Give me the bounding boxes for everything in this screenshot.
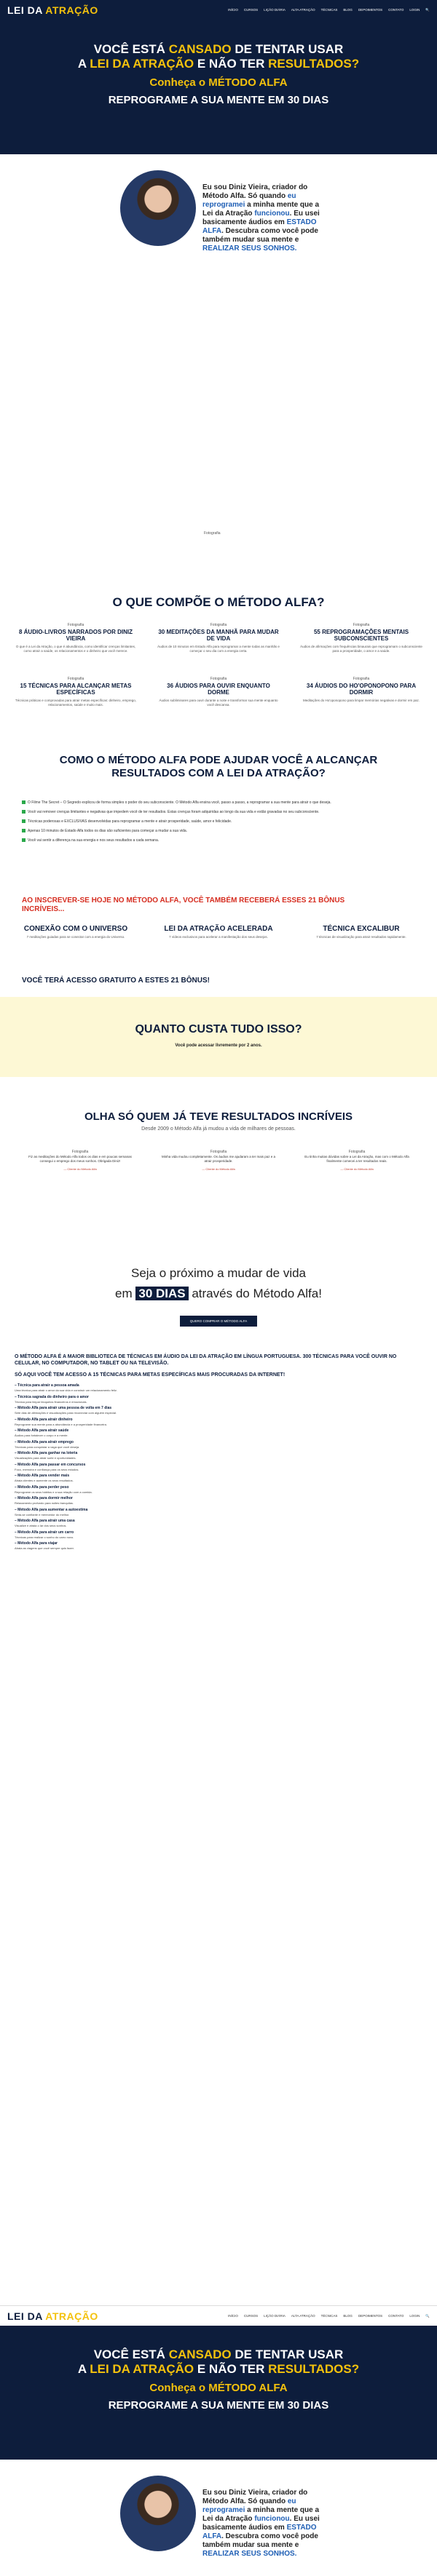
check-icon: [22, 829, 25, 833]
library-subtitle: SÓ AQUI VOCÊ TEM ACESSO A 15 TÉCNICAS PA…: [15, 1372, 286, 1378]
repeat-menu: Início Cursos Lição Diária Alta Atração …: [228, 2314, 430, 2318]
menu-item-blog[interactable]: Blog: [343, 2314, 353, 2318]
library-title: O MÉTODO ALFA É A MAIOR BIBLIOTECA DE TÉ…: [15, 1354, 397, 1366]
repeat-hero: VOCÊ ESTÁ CANSADO DE TENTAR USAR A LEI D…: [0, 2326, 437, 2460]
technique-item: – Método Alfa para ganhar na loteria Visu…: [15, 1451, 78, 1460]
menu-item-alta-atracao[interactable]: Alta Atração: [291, 2314, 315, 2318]
repeat-nav: LEI DA ATRAÇÃO Início Cursos Lição Diári…: [0, 2305, 437, 2326]
technique-item: – Método Alfa para atrair um carro Técnic…: [15, 1530, 74, 1539]
cta-line-1: Seja o próximo a mudar de vida: [130, 1266, 307, 1280]
technique-item: – Método Alfa para dormir melhor Relaxame…: [15, 1496, 74, 1505]
technique-item: – Método Alfa para atrair dinheiro Reprog…: [15, 1417, 107, 1426]
menu-item-cursos[interactable]: Cursos: [244, 8, 258, 12]
search-icon[interactable]: 🔍: [425, 2314, 430, 2318]
menu-item-licao[interactable]: Lição Diária: [264, 8, 286, 12]
how-title: COMO O MÉTODO ALFA PODE AJUDAR VOCÊ A AL…: [59, 754, 378, 779]
menu-item-licao[interactable]: Lição Diária: [264, 2314, 286, 2318]
feature-card: Fotografia 15 TÉCNICAS PARA ALCANÇAR META…: [15, 677, 137, 707]
technique-item: – Método Alfa para viajar Atraia as viage…: [15, 1541, 74, 1550]
site-logo-repeat[interactable]: LEI DA ATRAÇÃO: [7, 2310, 98, 2322]
site-logo[interactable]: LEI DA ATRAÇÃO: [7, 4, 98, 16]
menu-item-inicio[interactable]: Início: [228, 8, 238, 12]
feature-card: Fotografia 55 REPROGRAMAÇÕES MENTAIS SUBC…: [300, 623, 422, 653]
testimonial-card: Fotografia Eu tinha muitas dúvidas sobre …: [304, 1150, 409, 1171]
bonus-card: TÉCNICA EXCALIBUR 7 técnicas de visualiza…: [316, 925, 406, 939]
menu-item-blog[interactable]: Blog: [343, 8, 353, 12]
testimonials: Fotografia Fiz as meditações do Método Al…: [22, 1150, 415, 1172]
author-intro: Eu sou Diniz Vieira, criador do Método A…: [202, 2489, 320, 2558]
check-icon: [22, 810, 25, 814]
menu-item-contato[interactable]: Contato: [388, 8, 403, 12]
price-title: QUANTO CUSTA TUDO ISSO?: [135, 1023, 302, 1035]
bonus-card: CONEXÃO COM O UNIVERSO 7 meditações guiad…: [23, 925, 128, 939]
cta-section: Seja o próximo a mudar de vida em 30 DIA…: [0, 1266, 437, 1327]
menu-item-alta-atracao[interactable]: Alta Atração: [291, 8, 315, 12]
bonus-row: CONEXÃO COM O UNIVERSO 7 meditações guiad…: [0, 924, 437, 939]
check-icon: [22, 819, 25, 824]
feature-card: Fotografia 36 ÁUDIOS PARA OUVIR ENQUANTO …: [159, 677, 278, 707]
list-item: Você vai remover crenças limitantes e ne…: [22, 810, 415, 815]
technique-item: – Método Alfa para atrair saúde Áudios pa…: [15, 1428, 69, 1437]
testimonial-card: Fotografia Minha vida mudou completamente…: [161, 1150, 276, 1171]
cta-line-2: em 30 DIAS através do Método Alfa!: [115, 1287, 322, 1300]
check-icon: [22, 838, 25, 843]
list-item: Apenas 10 minutos de Estado Alfa todos o…: [22, 829, 415, 834]
hero-headline: VOCÊ ESTÁ CANSADO DE TENTAR USAR A LEI D…: [77, 42, 360, 71]
testimonial-card: Fotografia Fiz as meditações do Método Al…: [28, 1150, 132, 1171]
author-photo: [120, 170, 196, 246]
top-nav: LEI DA ATRAÇÃO Início Cursos Lição Diári…: [0, 0, 437, 20]
logo-accent: ATRAÇÃO: [45, 4, 98, 16]
technique-item: – Técnica sagrada do dinheiro para o amo…: [15, 1394, 89, 1404]
compose-title: O QUE COMPÕE O MÉTODO ALFA?: [112, 595, 325, 609]
technique-item: – Método Alfa para perder peso Reprograme…: [15, 1484, 92, 1494]
author-section: Eu sou Diniz Vieira, criador do Método A…: [0, 154, 437, 271]
bonus-title: AO INSCREVER-SE HOJE NO MÉTODO ALFA, VOC…: [22, 897, 345, 913]
technique-item: – Método Alfa para atrair emprego Técnica…: [15, 1439, 80, 1449]
image-placeholder: Fotografia: [204, 531, 221, 536]
hero-subtitle: Conheça o MÉTODO ALFA: [149, 76, 288, 89]
check-icon: [22, 800, 25, 805]
logo-main: LEI DA: [7, 4, 46, 16]
menu-item-tecnicas[interactable]: Técnicas: [321, 8, 338, 12]
main-menu: Início Cursos Lição Diária Alta Atração …: [228, 8, 430, 12]
menu-item-login[interactable]: Login: [409, 2314, 420, 2318]
menu-item-inicio[interactable]: Início: [228, 2314, 238, 2318]
feature-card: Fotografia 34 ÁUDIOS DO HO'OPONOPONO PARA…: [303, 677, 420, 702]
technique-item: – Método Alfa para vender mais Atraia cli…: [15, 1474, 74, 1482]
bonus-footer: VOCÊ TERÁ ACESSO GRATUITO A ESTES 21 BÔN…: [22, 977, 210, 985]
price-text: Você pode acessar livremente por 2 anos.: [175, 1043, 262, 1048]
menu-item-cursos[interactable]: Cursos: [244, 2314, 258, 2318]
author-intro: Eu sou Diniz Vieira, criador do Método A…: [202, 183, 320, 253]
author-photo: [120, 2476, 196, 2551]
feature-card: Fotografia 8 ÁUDIO-LIVROS NARRADOS POR DI…: [15, 623, 136, 653]
course-details: O MÉTODO ALFA É A MAIOR BIBLIOTECA DE TÉ…: [0, 1353, 437, 1553]
technique-item: – Método Alfa para aumentar a autoestima…: [15, 1507, 88, 1516]
results-title: OLHA SÓ QUEM JÁ TEVE RESULTADOS INCRÍVEI…: [84, 1110, 353, 1123]
technique-item: – Método Alfa para atrair uma casa Visual…: [15, 1519, 75, 1527]
menu-item-tecnicas[interactable]: Técnicas: [321, 2314, 338, 2318]
technique-item: – Método Alfa para passar em concursos Fo…: [15, 1462, 86, 1471]
hero-section: VOCÊ ESTÁ CANSADO DE TENTAR USAR A LEI D…: [0, 20, 437, 154]
technique-item: – Método Alfa para atrair uma pessoa de …: [15, 1406, 117, 1415]
menu-item-depoimentos[interactable]: Depoimentos: [358, 2314, 382, 2318]
buy-button[interactable]: Quero comprar o Método Alfa: [179, 1316, 258, 1327]
results-subtitle: Desde 2009 o Método Alfa já mudou a vida…: [141, 1126, 296, 1132]
list-item: Técnicas poderosas e EXCLUSIVAS desenvol…: [22, 819, 415, 824]
repeat-author: Eu sou Diniz Vieira, criador do Método A…: [0, 2460, 437, 2576]
compose-row-1: Fotografia 8 ÁUDIO-LIVROS NARRADOS POR DI…: [0, 623, 437, 653]
how-list: O Filme The Secret – O Segredo explicou …: [22, 800, 415, 848]
menu-item-login[interactable]: Login: [409, 8, 420, 12]
menu-item-contato[interactable]: Contato: [388, 2314, 403, 2318]
technique-item: – Técnica para atrair a pessoa amada Uma …: [15, 1383, 117, 1392]
hero-tagline: REPROGRAME A SUA MENTE EM 30 DIAS: [108, 94, 329, 106]
bonus-card: LEI DA ATRAÇÃO ACELERADA 7 vídeos exclusi…: [164, 925, 273, 939]
list-item: O Filme The Secret – O Segredo explicou …: [22, 800, 415, 806]
compose-row-2: Fotografia 15 TÉCNICAS PARA ALCANÇAR META…: [0, 677, 437, 707]
menu-item-depoimentos[interactable]: Depoimentos: [358, 8, 382, 12]
feature-card: Fotografia 30 MEDITAÇÕES DA MANHÃ PARA MU…: [157, 623, 280, 653]
list-item: Você vai sentir a diferença na sua energ…: [22, 838, 415, 843]
price-section: QUANTO CUSTA TUDO ISSO? Você pode acessa…: [0, 997, 437, 1077]
search-icon[interactable]: 🔍: [425, 8, 430, 12]
